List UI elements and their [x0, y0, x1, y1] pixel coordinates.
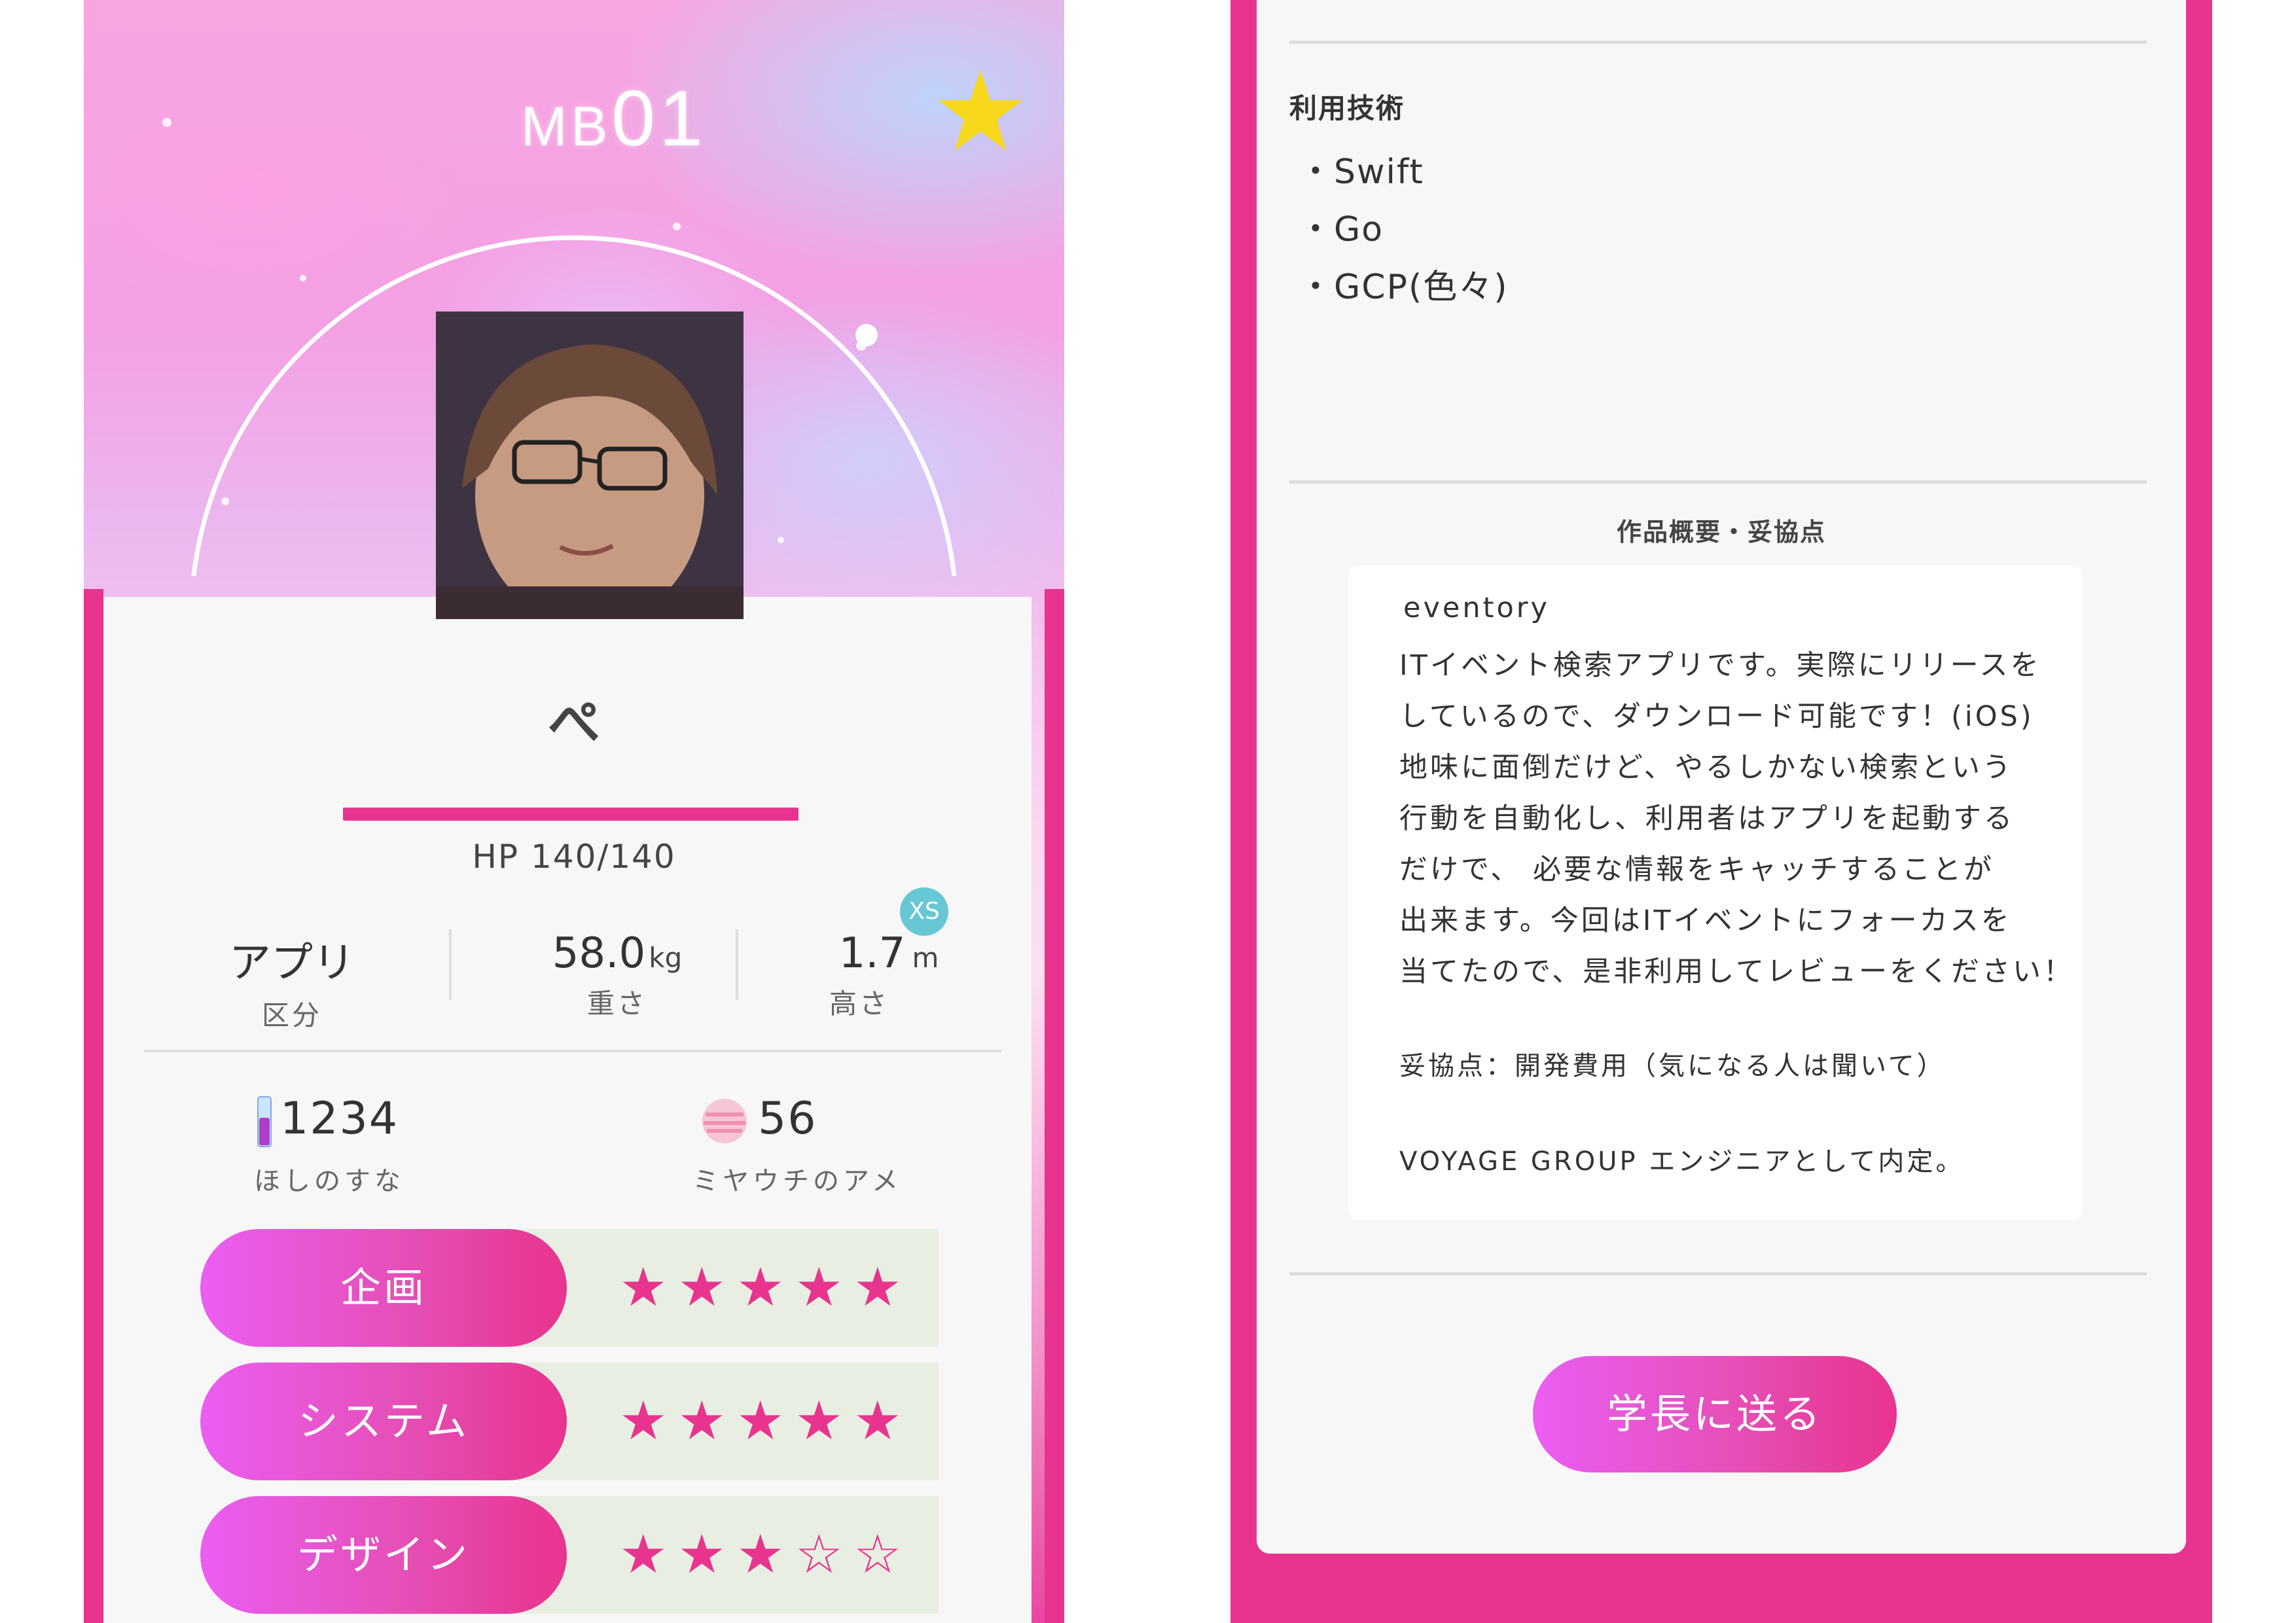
summary-line: 行動を自動化し、利用者はアプリを起動する	[1399, 802, 2015, 835]
section-divider	[1289, 480, 2147, 484]
sparkle	[162, 118, 171, 127]
skill-stars-planning: ★★★★★	[619, 1257, 912, 1319]
stardust-icon	[257, 1096, 272, 1147]
section-divider	[1289, 1272, 2147, 1275]
profile-name: ぺ	[548, 692, 600, 753]
send-to-president-button[interactable]: 学長に送る	[1533, 1356, 1897, 1472]
section-divider	[1289, 41, 2147, 44]
summary-box: eventory ITイベント検索アプリです。実際にリリースを しているので、ダ…	[1348, 565, 2083, 1220]
summary-line: ITイベント検索アプリです。実際にリリースを	[1399, 649, 2041, 682]
stat-height-value: 1.7	[838, 929, 906, 978]
stat-divider	[449, 929, 452, 1000]
stat-category-label: 区分	[261, 999, 322, 1031]
stat-height: 1.7 m 高さ	[791, 929, 987, 1022]
skill-stars-system: ★★★★★	[619, 1390, 912, 1452]
hp-bar	[343, 808, 798, 821]
size-badge: XS	[900, 887, 948, 936]
skill-row-design: デザイン ★★★☆☆	[200, 1496, 939, 1614]
profile-screen: MB01 ぺ HP 140/140 アプリ 区分 58.0 kg 重さ 1.7 …	[84, 0, 1064, 1623]
stat-height-label: 高さ	[829, 988, 889, 1020]
tech-item: ・GCP(色々)	[1299, 268, 1509, 307]
stat-weight-label: 重さ	[586, 988, 647, 1020]
skill-stars-design: ★★★☆☆	[619, 1524, 912, 1586]
tech-item: ・Swift	[1299, 152, 1424, 192]
tech-item: ・Go	[1299, 210, 1384, 249]
summary-line: 妥協点：開発費用（気になる人は聞いて）	[1399, 1051, 1946, 1081]
summary-line: 地味に面倒だけど、やるしかない検索という	[1399, 751, 2013, 784]
stat-weight-value: 58.0	[552, 929, 646, 978]
summary-line: eventory	[1403, 592, 1550, 624]
summary-line: 出来ます。今回はITイベントにフォーカスを	[1399, 904, 2012, 937]
profile-code-prefix: MB	[521, 96, 612, 157]
candy-label: ミヤウチのアメ	[692, 1166, 902, 1196]
skill-row-planning: 企画 ★★★★★	[200, 1229, 939, 1347]
stat-category-value: アプリ	[229, 939, 355, 988]
summary-title: 作品概要・妥協点	[1616, 518, 1826, 546]
tech-title: 利用技術	[1289, 92, 1405, 124]
summary-line: VOYAGE GROUP エンジニアとして内定。	[1399, 1147, 1965, 1177]
stats-divider	[144, 1050, 1001, 1052]
profile-code-number: 01	[611, 75, 707, 162]
stat-category: アプリ 区分	[194, 929, 390, 1033]
stat-height-unit: m	[912, 942, 939, 974]
summary-line: しているので、ダウンロード可能です！(iOS)	[1399, 700, 2034, 733]
detail-card: 利用技術 ・Swift ・Go ・GCP(色々) 作品概要・妥協点 evento…	[1257, 0, 2186, 1554]
candy-icon	[702, 1099, 747, 1143]
candy-value: 56	[758, 1093, 817, 1145]
skill-row-system: システム ★★★★★	[200, 1363, 939, 1480]
detail-screen: 利用技術 ・Swift ・Go ・GCP(色々) 作品概要・妥協点 evento…	[1230, 0, 2212, 1623]
skill-label-design[interactable]: デザイン	[200, 1496, 567, 1614]
stat-weight: 58.0 kg 重さ	[503, 929, 732, 1022]
skill-label-planning[interactable]: 企画	[200, 1229, 567, 1347]
profile-code: MB01	[470, 73, 758, 164]
avatar-photo	[436, 312, 744, 619]
stardust-label: ほしのすな	[254, 1166, 404, 1196]
avatar	[436, 312, 744, 619]
level-arc-marker	[855, 324, 878, 346]
summary-line: だけで、 必要な情報をキャッチすることが	[1399, 853, 1994, 886]
stardust-value: 1234	[280, 1093, 399, 1145]
summary-line: 当てたので、是非利用してレビューをください！	[1399, 955, 2074, 988]
stat-weight-unit: kg	[649, 942, 683, 974]
skill-label-system[interactable]: システム	[200, 1363, 567, 1480]
stat-divider	[736, 929, 738, 1000]
hp-text: HP 140/140	[472, 838, 676, 876]
favorite-star-icon[interactable]	[935, 65, 1026, 157]
